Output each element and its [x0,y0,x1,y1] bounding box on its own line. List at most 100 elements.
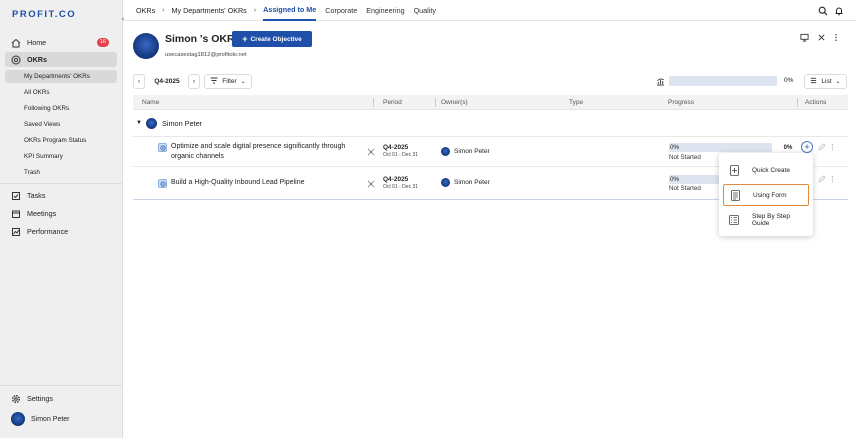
period-selector[interactable]: Q4-2025 [147,74,187,89]
divider [0,183,123,184]
owner-cell[interactable]: Simon Peter [441,178,490,187]
sidebar-subitem-following-okrs[interactable]: Following OKRs [5,102,117,115]
sidebar-item-label: OKRs [27,55,47,64]
progress-status: Not Started [669,154,701,161]
add-key-result-button[interactable]: + [801,141,813,153]
next-period-button[interactable]: › [188,74,200,89]
collapse-arrows-icon[interactable] [817,33,826,44]
avatar [441,178,450,187]
period-label: Q4-2025 [383,144,409,151]
alignment-icon[interactable] [367,148,375,158]
chevron-right-icon: › [162,6,165,14]
sidebar-item-label: Meetings [27,209,57,218]
sidebar-item-home[interactable]: Home 16 [5,35,117,50]
user-profile[interactable]: Simon Peter [11,412,70,426]
previous-period-button[interactable]: ‹ [133,74,145,89]
sidebar-subitem-all-okrs[interactable]: All OKRs [5,86,117,99]
chevron-down-icon: ⌄ [835,79,841,85]
progress-status: Not Started [669,185,701,192]
chart-icon[interactable] [656,77,665,88]
calendar-icon [11,209,21,219]
monitor-icon[interactable] [800,33,809,44]
performance-icon [11,227,21,237]
sidebar-item-label: Performance [27,227,69,236]
sidebar-item-tasks[interactable]: Tasks [5,188,117,203]
user-email: usecasestag1812@profitokr.net [165,52,247,58]
more-vertical-icon[interactable] [831,143,834,153]
create-objective-label: Create Objective [250,35,302,43]
quick-create-icon [729,164,739,176]
column-header-type[interactable]: Type [569,99,583,106]
more-vertical-icon[interactable] [831,175,834,185]
objective-title[interactable]: Build a High-Quality Inbound Lead Pipeli… [171,178,304,188]
create-objective-button[interactable]: + Create Objective [232,31,312,47]
caret-down-icon[interactable]: ▼ [136,120,142,126]
sidebar-item-label: Settings [27,394,53,403]
plus-icon: + [242,33,248,44]
owner-cell[interactable]: Simon Peter [441,147,490,156]
column-header-owners[interactable]: Owner(s) [441,99,468,106]
home-icon [11,38,21,48]
sidebar-item-performance[interactable]: Performance [5,224,117,239]
column-header-progress[interactable]: Progress [668,99,694,106]
edit-icon[interactable] [818,175,826,185]
sidebar-subitem-okrs-program-status[interactable]: OKRs Program Status [5,134,117,147]
add-options-menu: Quick Create Using Form Step By Step Gui… [719,153,813,236]
sidebar-item-okrs[interactable]: OKRs [5,52,117,67]
progress-bar: 0% [669,175,719,184]
sidebar-item-settings[interactable]: Settings [5,391,117,406]
period-dates: Oct 01 - Dec 31 [383,152,419,158]
sidebar-subitem-trash[interactable]: Trash [5,166,117,179]
user-name: Simon Peter [31,415,70,423]
row-divider [133,136,848,137]
column-divider [797,98,798,107]
edit-icon[interactable] [818,143,826,153]
menu-item-label: Using Form [753,191,787,199]
bell-icon[interactable] [834,6,844,18]
objective-title-line: Optimize and scale digital presence sign… [171,143,346,150]
filter-icon [210,77,218,86]
tab-corporate[interactable]: Corporate [325,0,357,21]
menu-item-step-by-step-guide[interactable]: Step By Step Guide [723,209,809,231]
tab-engineering[interactable]: Engineering [366,0,404,21]
brand-logo[interactable]: PROFIT.CO [12,9,76,20]
more-vertical-icon[interactable] [834,33,838,44]
view-label: List [821,78,832,85]
group-row[interactable]: ▼ Simon Peter [133,115,848,131]
period-dates: Oct 01 - Dec 31 [383,184,419,190]
progress-percent[interactable]: 0% [779,142,797,153]
search-icon[interactable] [818,6,828,18]
table-header: Name Period Owner(s) Type Progress Actio… [133,95,848,110]
menu-item-quick-create[interactable]: Quick Create [723,159,809,181]
objective-title[interactable]: Optimize and scale digital presence sign… [171,142,345,161]
menu-item-label: Step By Step Guide [752,213,790,227]
tab-assigned-to-me[interactable]: Assigned to Me [263,0,317,21]
sidebar-subitem-saved-views[interactable]: Saved Views [5,118,117,131]
tasks-icon [11,191,21,201]
alignment-icon[interactable] [367,180,375,190]
divider [0,385,123,386]
column-divider [435,98,436,107]
menu-item-using-form[interactable]: Using Form [723,184,809,206]
sidebar-subitem-kpi-summary[interactable]: KPI Summary [5,150,117,163]
plus-icon: + [804,142,810,152]
menu-item-label: Quick Create [752,166,790,174]
breadcrumb-okrs[interactable]: OKRs [136,6,155,15]
column-header-period[interactable]: Period [383,99,402,106]
sidebar-subitem-my-departments-okrs[interactable]: My Departments' OKRs [5,70,117,83]
overall-progress-bar [669,76,777,86]
owner-name: Simon Peter [454,148,490,155]
target-icon [11,55,21,65]
filter-button[interactable]: Filter ⌄ [204,74,252,89]
tab-quality[interactable]: Quality [414,0,436,21]
page-title: Simon 's OKRs [165,33,241,45]
breadcrumb-my-departments-okrs[interactable]: My Departments' OKRs [172,6,247,15]
view-selector[interactable]: List ⌄ [804,74,847,89]
chevron-left-icon: ‹ [137,78,141,85]
sidebar-item-meetings[interactable]: Meetings [5,206,117,221]
progress-bar: 0% [669,143,772,152]
column-divider [373,98,374,107]
filter-label: Filter [222,78,237,85]
column-header-actions: Actions [805,99,827,106]
column-header-name[interactable]: Name [142,99,159,106]
